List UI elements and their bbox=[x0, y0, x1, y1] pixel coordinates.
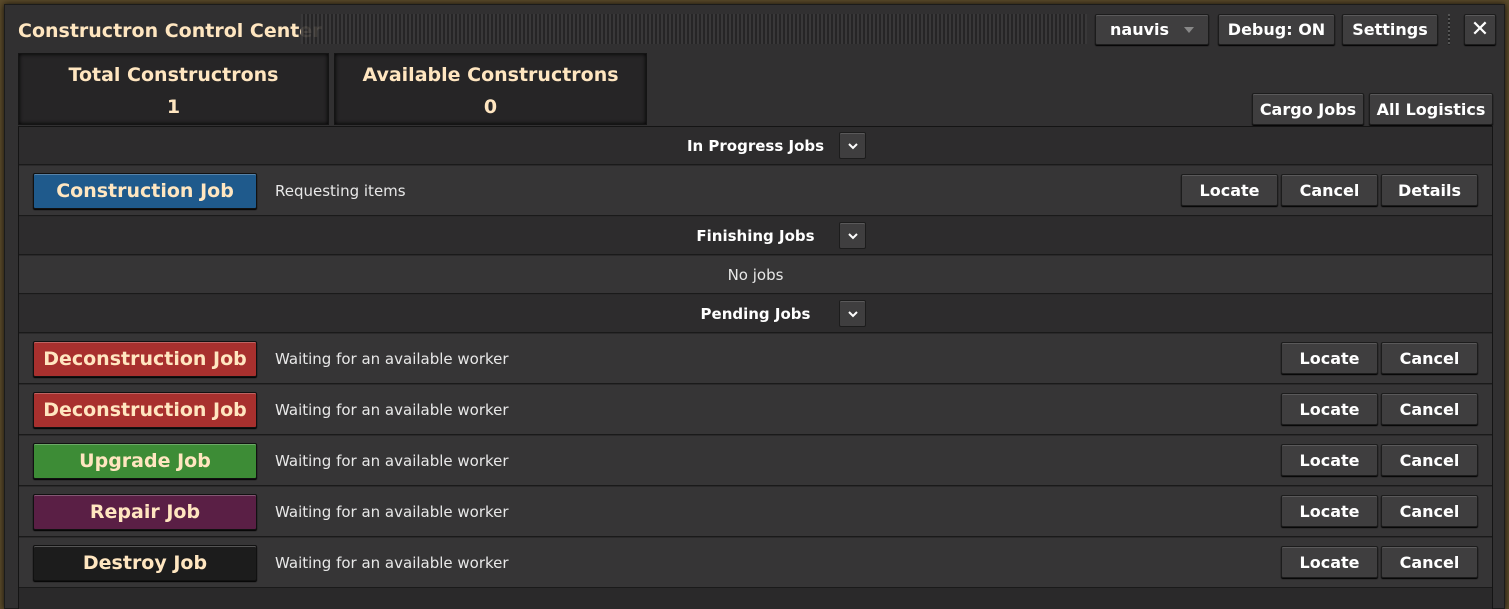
total-constructrons-label: Total Constructrons bbox=[68, 64, 279, 86]
in-progress-header: In Progress Jobs bbox=[19, 127, 1492, 165]
finishing-title: Finishing Jobs bbox=[696, 227, 815, 245]
chevron-down-icon bbox=[847, 232, 858, 239]
job-status: Waiting for an available worker bbox=[275, 554, 509, 572]
chevron-down-icon bbox=[847, 142, 858, 149]
control-center-window: Constructron Control Center nauvis Debug… bbox=[4, 4, 1505, 609]
settings-button[interactable]: Settings bbox=[1342, 14, 1438, 45]
pending-header: Pending Jobs bbox=[19, 295, 1492, 333]
in-progress-title: In Progress Jobs bbox=[686, 137, 825, 155]
locate-button[interactable]: Locate bbox=[1281, 546, 1378, 578]
finishing-empty-row: No jobs bbox=[19, 256, 1492, 294]
job-row: Destroy Job Waiting for an available wor… bbox=[19, 538, 1492, 588]
locate-button[interactable]: Locate bbox=[1281, 342, 1378, 374]
jobs-panel: In Progress Jobs Construction Job Reques… bbox=[18, 126, 1493, 609]
pending-collapse-button[interactable] bbox=[839, 300, 866, 327]
cancel-button[interactable]: Cancel bbox=[1381, 342, 1478, 374]
available-constructrons-value: 0 bbox=[483, 96, 498, 118]
job-row: Deconstruction Job Waiting for an availa… bbox=[19, 385, 1492, 435]
job-row: Repair Job Waiting for an available work… bbox=[19, 487, 1492, 537]
finishing-collapse-button[interactable] bbox=[839, 222, 866, 249]
cancel-button[interactable]: Cancel bbox=[1381, 444, 1478, 476]
surface-dropdown[interactable]: nauvis bbox=[1095, 14, 1209, 45]
cancel-button[interactable]: Cancel bbox=[1381, 546, 1478, 578]
job-type-button[interactable]: Destroy Job bbox=[33, 545, 257, 581]
title-separator bbox=[1448, 14, 1450, 45]
job-type-button[interactable]: Construction Job bbox=[33, 173, 257, 209]
pending-title: Pending Jobs bbox=[700, 305, 811, 323]
job-row: Construction Job Requesting items Locate… bbox=[19, 166, 1492, 216]
job-type-button[interactable]: Upgrade Job bbox=[33, 443, 257, 479]
details-button[interactable]: Details bbox=[1381, 174, 1478, 206]
cancel-button[interactable]: Cancel bbox=[1381, 393, 1478, 425]
job-type-button[interactable]: Deconstruction Job bbox=[33, 392, 257, 428]
surface-dropdown-value: nauvis bbox=[1110, 20, 1170, 39]
cargo-jobs-button[interactable]: Cargo Jobs bbox=[1252, 93, 1364, 125]
job-type-button[interactable]: Repair Job bbox=[33, 494, 257, 530]
job-type-button[interactable]: Deconstruction Job bbox=[33, 341, 257, 377]
drag-handle[interactable] bbox=[301, 14, 1087, 44]
locate-button[interactable]: Locate bbox=[1281, 393, 1378, 425]
job-row: Upgrade Job Waiting for an available wor… bbox=[19, 436, 1492, 486]
window-title: Constructron Control Center bbox=[18, 20, 322, 42]
title-bar: Constructron Control Center nauvis Debug… bbox=[5, 5, 1504, 53]
cancel-button[interactable]: Cancel bbox=[1381, 495, 1478, 527]
total-constructrons-value: 1 bbox=[166, 96, 181, 118]
caret-down-icon bbox=[1184, 26, 1194, 33]
locate-button[interactable]: Locate bbox=[1281, 444, 1378, 476]
job-status: Waiting for an available worker bbox=[275, 452, 509, 470]
available-constructrons-label: Available Constructrons bbox=[362, 64, 619, 86]
job-status: Waiting for an available worker bbox=[275, 401, 509, 419]
available-constructrons-card: Available Constructrons 0 bbox=[334, 53, 647, 125]
close-icon: ✕ bbox=[1470, 17, 1490, 42]
locate-button[interactable]: Locate bbox=[1281, 495, 1378, 527]
job-status: Requesting items bbox=[275, 182, 406, 200]
job-row: Deconstruction Job Waiting for an availa… bbox=[19, 334, 1492, 384]
debug-toggle-button[interactable]: Debug: ON bbox=[1218, 14, 1335, 45]
no-jobs-text: No jobs bbox=[727, 266, 784, 284]
all-logistics-button[interactable]: All Logistics bbox=[1369, 93, 1493, 125]
cancel-button[interactable]: Cancel bbox=[1281, 174, 1378, 206]
job-status: Waiting for an available worker bbox=[275, 503, 509, 521]
close-button[interactable]: ✕ bbox=[1464, 14, 1496, 45]
in-progress-collapse-button[interactable] bbox=[839, 132, 866, 159]
chevron-down-icon bbox=[847, 310, 858, 317]
job-status: Waiting for an available worker bbox=[275, 350, 509, 368]
total-constructrons-card: Total Constructrons 1 bbox=[18, 53, 329, 125]
locate-button[interactable]: Locate bbox=[1181, 174, 1278, 206]
finishing-header: Finishing Jobs bbox=[19, 217, 1492, 255]
